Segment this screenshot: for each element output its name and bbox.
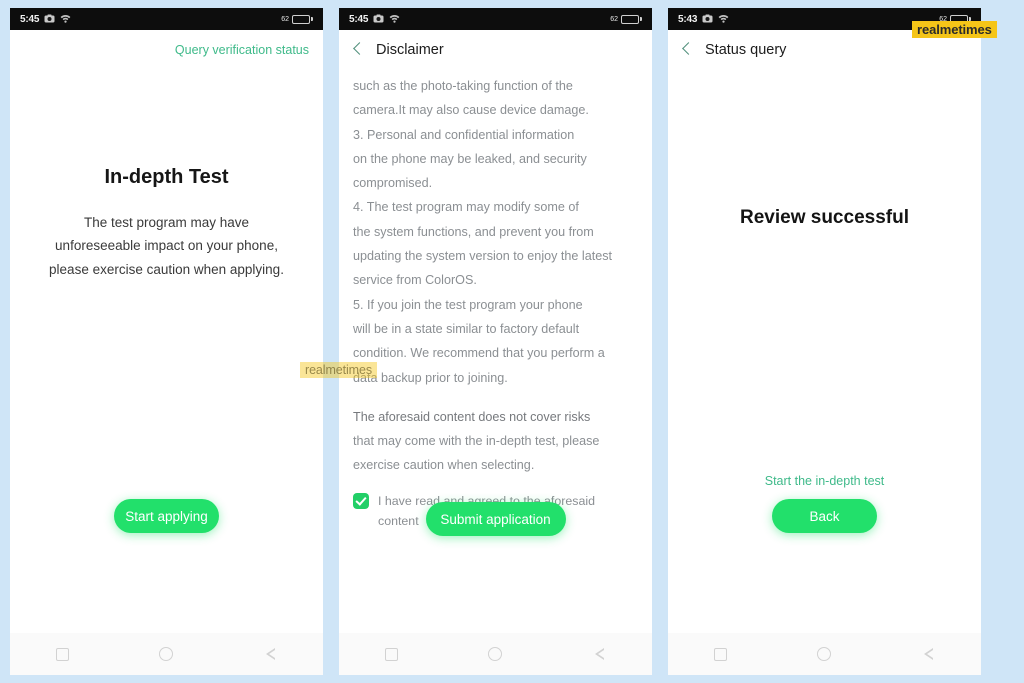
screen-1-content: In-depth Test The test program may have … bbox=[10, 70, 323, 633]
camera-icon bbox=[373, 10, 384, 28]
battery-indicator: 62 bbox=[610, 14, 642, 24]
primary-action-area: Submit application bbox=[339, 502, 652, 536]
screen-3-content: Review successful Start the in-depth tes… bbox=[668, 70, 981, 633]
disclaimer-line: data backup prior to joining. bbox=[353, 370, 508, 385]
recents-square-icon bbox=[55, 647, 69, 661]
page-title: In-depth Test bbox=[104, 166, 229, 188]
back-button[interactable] bbox=[580, 639, 620, 669]
page-title: Disclaimer bbox=[376, 42, 444, 58]
battery-body bbox=[292, 14, 310, 24]
system-navigation-bar bbox=[339, 633, 652, 675]
disclaimer-line: updating the system version to enjoy the… bbox=[353, 249, 613, 264]
disclaimer-line: 3. Personal and confidential information bbox=[353, 127, 575, 142]
phone-screen-in-depth-test: 5:45 62 Query verification status In-dep… bbox=[10, 8, 323, 675]
disclaimer-line: 5. If you join the test program your pho… bbox=[353, 297, 583, 312]
wifi-icon bbox=[60, 10, 71, 28]
back-triangle-icon bbox=[594, 647, 605, 661]
status-bar: 5:45 62 bbox=[339, 8, 652, 30]
disclaimer-line: condition. We recommend that you perform… bbox=[353, 346, 605, 361]
subtitle-line: please exercise caution when applying. bbox=[49, 261, 284, 277]
disclaimer-closing-line: The aforesaid content does not cover ris… bbox=[353, 409, 591, 424]
status-bar-left: 5:45 bbox=[20, 10, 71, 28]
battery-tip bbox=[311, 17, 313, 21]
subtitle-line: unforeseeable impact on your phone, bbox=[55, 238, 278, 254]
status-time: 5:45 bbox=[20, 13, 40, 25]
disclaimer-line: the system functions, and prevent you fr… bbox=[353, 224, 594, 239]
back-button-primary[interactable]: Back bbox=[772, 499, 877, 533]
page-title: Status query bbox=[705, 42, 787, 58]
back-button[interactable] bbox=[251, 639, 291, 669]
disclaimer-line: will be in a state similar to factory de… bbox=[353, 321, 580, 336]
home-circle-icon bbox=[817, 647, 832, 661]
disclaimer-line: such as the photo-taking function of the bbox=[353, 79, 573, 93]
start-in-depth-test-link[interactable]: Start the in-depth test bbox=[668, 474, 981, 488]
review-status-heading: Review successful bbox=[740, 207, 909, 228]
home-button[interactable] bbox=[804, 639, 844, 669]
system-navigation-bar bbox=[10, 633, 323, 675]
back-triangle-icon bbox=[265, 647, 276, 661]
recents-button[interactable] bbox=[700, 639, 740, 669]
back-chevron-icon[interactable] bbox=[682, 41, 693, 59]
watermark-center: realmetimes bbox=[300, 362, 377, 378]
disclaimer-body: such as the photo-taking function of the… bbox=[353, 70, 638, 478]
home-button[interactable] bbox=[475, 639, 515, 669]
disclaimer-closing-line: exercise caution when selecting. bbox=[353, 458, 535, 473]
battery-indicator: 62 bbox=[281, 14, 313, 24]
phone-screen-disclaimer: 5:45 62 Disclaimer such as the photo-tak… bbox=[339, 8, 652, 675]
back-button[interactable] bbox=[909, 639, 949, 669]
screenshot-collage: 5:45 62 Query verification status In-dep… bbox=[0, 0, 1024, 683]
status-bar-left: 5:45 bbox=[349, 10, 400, 28]
screen-2-content: such as the photo-taking function of the… bbox=[339, 70, 652, 633]
status-bar-left: 5:43 bbox=[678, 10, 729, 28]
disclaimer-closing-line: that may come with the in-depth test, pl… bbox=[353, 434, 600, 449]
system-navigation-bar bbox=[668, 633, 981, 675]
primary-action-area: Back bbox=[668, 499, 981, 533]
battery-body bbox=[621, 14, 639, 24]
home-button[interactable] bbox=[146, 639, 186, 669]
query-verification-status-link[interactable]: Query verification status bbox=[175, 43, 309, 57]
back-triangle-icon bbox=[923, 647, 934, 661]
app-bar: Disclaimer bbox=[339, 30, 652, 70]
recents-square-icon bbox=[384, 647, 398, 661]
wifi-icon bbox=[389, 10, 400, 28]
status-bar: 5:45 62 bbox=[10, 8, 323, 30]
start-applying-button[interactable]: Start applying bbox=[114, 499, 219, 533]
battery-level: 62 bbox=[610, 15, 618, 23]
disclaimer-line: service from ColorOS. bbox=[353, 273, 477, 288]
disclaimer-line: compromised. bbox=[353, 176, 433, 191]
status-time: 5:43 bbox=[678, 13, 698, 25]
watermark-top-right: realmetimes bbox=[912, 21, 997, 38]
home-circle-icon bbox=[488, 647, 503, 661]
camera-icon bbox=[702, 10, 713, 28]
wifi-icon bbox=[718, 10, 729, 28]
phone-screen-status-query: 5:43 62 Status query Review successful S… bbox=[668, 8, 981, 675]
recents-square-icon bbox=[713, 647, 727, 661]
battery-level: 62 bbox=[281, 15, 289, 23]
status-time: 5:45 bbox=[349, 13, 369, 25]
primary-action-area: Start applying bbox=[10, 499, 323, 533]
recents-button[interactable] bbox=[42, 639, 82, 669]
battery-tip bbox=[640, 17, 642, 21]
disclaimer-line: 4. The test program may modify some of bbox=[353, 200, 579, 215]
disclaimer-line: camera.It may also cause device damage. bbox=[353, 103, 589, 118]
recents-button[interactable] bbox=[371, 639, 411, 669]
disclaimer-line: on the phone may be leaked, and security bbox=[353, 151, 587, 166]
home-circle-icon bbox=[159, 647, 174, 661]
camera-icon bbox=[44, 10, 55, 28]
submit-application-button[interactable]: Submit application bbox=[425, 502, 566, 536]
subtitle-line: The test program may have bbox=[83, 215, 250, 230]
top-link-row: Query verification status bbox=[10, 30, 323, 70]
back-chevron-icon[interactable] bbox=[353, 41, 364, 59]
page-subtitle: The test program may have unforeseeable … bbox=[24, 211, 309, 281]
